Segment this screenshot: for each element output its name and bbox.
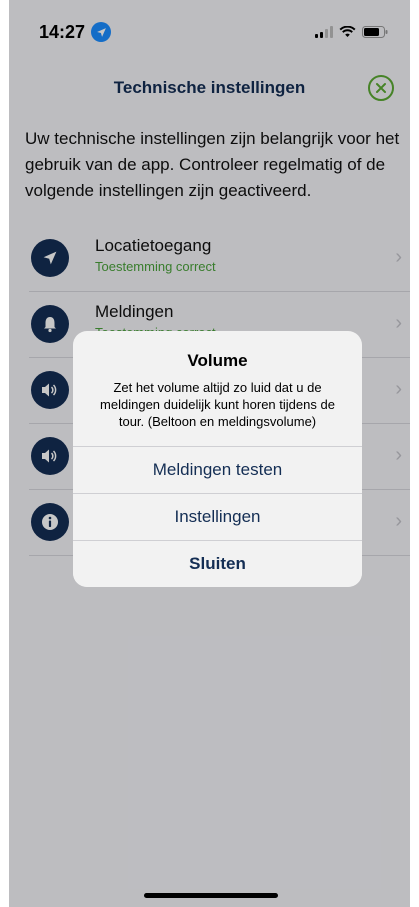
close-button[interactable]: Sluiten [73, 540, 362, 587]
test-notifications-button[interactable]: Meldingen testen [73, 446, 362, 493]
alert-body: Volume Zet het volume altijd zo luid dat… [73, 331, 362, 446]
volume-alert-dialog: Volume Zet het volume altijd zo luid dat… [73, 331, 362, 587]
home-indicator[interactable] [144, 893, 278, 898]
settings-button[interactable]: Instellingen [73, 493, 362, 540]
alert-title: Volume [187, 351, 248, 370]
app-screen: 14:27 Technische instellingen Uw technis… [9, 0, 410, 907]
alert-message: Zet het volume altijd zo luid dat u de m… [100, 380, 335, 429]
